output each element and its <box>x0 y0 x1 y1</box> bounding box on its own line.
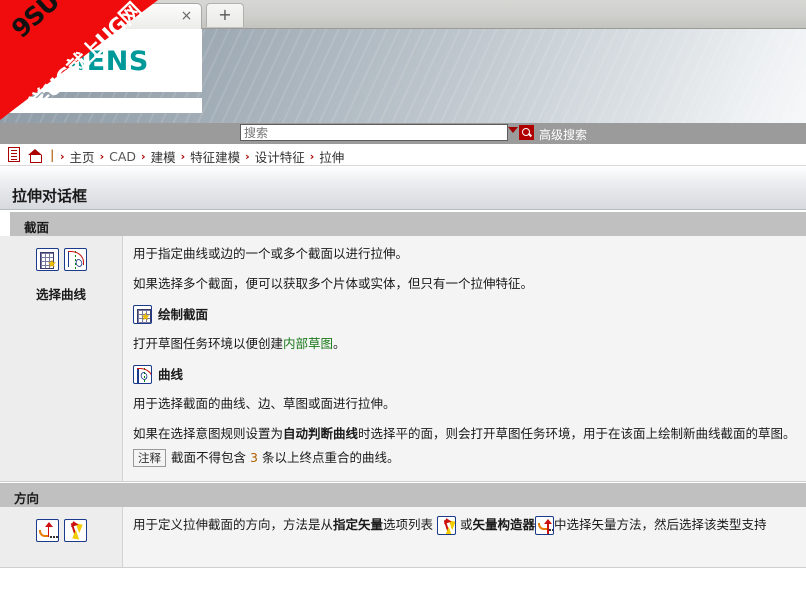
page-title: 拉伸对话框 <box>12 187 88 205</box>
section-icon-group <box>0 519 122 542</box>
chevron-right-icon: › <box>309 150 315 163</box>
siemens-logo[interactable]: SIEMENS <box>10 46 149 77</box>
subsection-title-draw-section: 绘制截面 <box>158 306 209 322</box>
section-left-column-direction <box>0 507 123 567</box>
chevron-right-icon: › <box>245 150 250 163</box>
term-vector-constructor: 矢量构造器 <box>472 517 536 532</box>
browser-tab[interactable]: × <box>0 3 202 29</box>
paragraph-intent-rule-b: 时选择平的面，则会打开草图任务环境，用于在该面上绘制新曲线截面的草图。 <box>358 426 796 442</box>
curve-icon[interactable] <box>133 364 152 384</box>
breadcrumb-trail: › 主页 › CAD › 建模 › 特征建模 › 设计特征 › 拉伸 <box>60 147 344 166</box>
logo-plate-secondary <box>0 98 202 113</box>
site-banner: SIEMENS <box>0 29 806 128</box>
breadcrumb-item-feature-modeling[interactable]: 特征建模 <box>190 147 240 166</box>
chevron-right-icon: › <box>60 150 65 163</box>
page-root: × + SIEMENS 高级搜索 | › 主页 › CAD › 建模 › 特征建… <box>0 0 806 609</box>
subsection-title-curve: 曲线 <box>158 366 184 382</box>
note-row: 注释 截面不得包含 3 条以上终点重合的曲线。 <box>133 448 796 467</box>
paragraph-intent-rule-a: 如果在选择意图规则设置为 <box>133 426 284 442</box>
breadcrumb-item-modeling[interactable]: 建模 <box>151 147 176 166</box>
chevron-right-icon: › <box>180 150 186 163</box>
paragraph-sketch-env-a: 打开草图任务环境以便创建 <box>133 336 284 352</box>
section-right-column-direction: 用于定义拉伸截面的方向，方法是从指定矢量选项列表 或矢量构造器 中选择矢量方法，然… <box>123 507 806 567</box>
paragraph-direction: 用于定义拉伸截面的方向，方法是从指定矢量选项列表 或矢量构造器 中选择矢量方法，然… <box>133 515 796 535</box>
section-body-direction: 用于定义拉伸截面的方向，方法是从指定矢量选项列表 或矢量构造器 中选择矢量方法，然… <box>0 507 806 568</box>
term-auto-infer-curve: 自动判断曲线 <box>283 426 359 442</box>
paragraph-direction-a: 用于定义拉伸截面的方向，方法是从 <box>133 517 334 532</box>
document-icon[interactable] <box>8 147 20 162</box>
specify-vector-icon[interactable] <box>63 519 87 542</box>
subsection-curve: 曲线 <box>133 364 796 384</box>
note-text-b: 条以上终点重合的曲线。 <box>261 449 400 465</box>
paragraph-multi-section: 如果选择多个截面，便可以获取多个片体或实体，但只有一个拉伸特征。 <box>133 276 534 292</box>
breadcrumb-icons: | <box>8 147 55 163</box>
paragraph-select-curve: 用于选择截面的曲线、边、草图或面进行拉伸。 <box>133 395 396 411</box>
new-tab-button[interactable]: + <box>206 3 244 27</box>
breadcrumb-item-extrude: 拉伸 <box>319 150 345 165</box>
section-heading-cross-section: 截面 <box>10 211 806 236</box>
paragraph-sketch-env-b: 。 <box>333 336 346 352</box>
magnifier-icon[interactable] <box>519 125 534 140</box>
note-tag: 注释 <box>133 448 166 467</box>
paragraph-sketch-env: 打开草图任务环境以便创建内部草图。 <box>133 334 796 353</box>
section-heading-direction: 方向 <box>0 482 806 507</box>
vector-constructor-icon[interactable] <box>35 519 59 542</box>
breadcrumb-item-design-feature[interactable]: 设计特征 <box>255 147 305 166</box>
section-caption-select-curve: 选择曲线 <box>35 287 86 302</box>
breadcrumb-item-cad[interactable]: CAD <box>109 149 136 164</box>
paragraph-direction-c: 或 <box>460 517 473 532</box>
paragraph-intent-rule: 如果在选择意图规则设置为自动判断曲线时选择平的面，则会打开草图任务环境，用于在该… <box>133 424 796 443</box>
tab-close-icon[interactable]: × <box>178 8 195 25</box>
home-icon[interactable] <box>28 148 42 163</box>
chevron-right-icon: › <box>141 150 146 163</box>
note-count: 3 <box>250 449 258 465</box>
internal-sketch-link[interactable]: 内部草图 <box>283 336 333 351</box>
sketch-section-icon[interactable] <box>133 304 152 324</box>
note-text-a: 截面不得包含 <box>171 449 247 465</box>
main-content: 截面 选择曲线 用于指定曲线或边的一个或多个截面以进行拉伸。 如果选择多个截面，… <box>0 211 806 568</box>
browser-tab-bar: × + <box>0 0 806 29</box>
breadcrumb: | › 主页 › CAD › 建模 › 特征建模 › 设计特征 › 拉伸 <box>0 144 806 166</box>
breadcrumb-separator: | <box>50 147 55 162</box>
section-right-column-cross-section: 用于指定曲线或边的一个或多个截面以进行拉伸。 如果选择多个截面，便可以获取多个片… <box>123 236 806 481</box>
paragraph-purpose: 用于指定曲线或边的一个或多个截面以进行拉伸。 <box>133 246 409 261</box>
search-input[interactable] <box>240 124 508 141</box>
curve-icon[interactable] <box>63 248 87 271</box>
paragraph-direction-d: 中选择矢量方法，然后选择该类型支持 <box>554 517 767 532</box>
section-left-column-cross-section: 选择曲线 <box>0 236 123 481</box>
chevron-down-icon[interactable] <box>508 127 518 133</box>
sketch-section-icon[interactable] <box>35 248 59 271</box>
term-specify-vector: 指定矢量 <box>333 517 384 532</box>
advanced-search-link[interactable]: 高级搜索 <box>539 126 587 143</box>
breadcrumb-item-home[interactable]: 主页 <box>70 147 95 166</box>
section-body-cross-section: 选择曲线 用于指定曲线或边的一个或多个截面以进行拉伸。 如果选择多个截面，便可以… <box>0 236 806 482</box>
section-icon-group <box>0 248 122 271</box>
chevron-right-icon: › <box>99 150 105 163</box>
subsection-draw-section: 绘制截面 <box>133 304 796 324</box>
paragraph-direction-b: 选项列表 <box>383 517 434 532</box>
vector-constructor-icon[interactable] <box>535 516 555 535</box>
page-title-bar: 拉伸对话框 <box>0 167 806 210</box>
specify-vector-icon[interactable] <box>437 516 457 535</box>
